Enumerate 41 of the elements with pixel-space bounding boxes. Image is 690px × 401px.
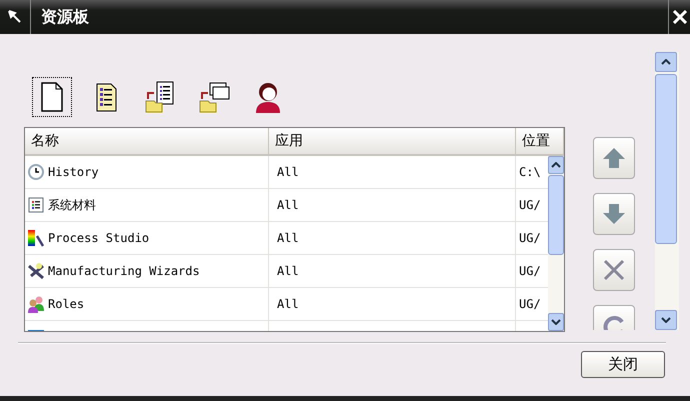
scroll-down-icon: [661, 317, 671, 323]
app-cell: All: [277, 297, 299, 311]
name-cell[interactable]: History: [48, 165, 99, 179]
cross-icon: [603, 259, 625, 281]
table-scrollbar[interactable]: [548, 156, 564, 331]
people-icon: [27, 295, 45, 313]
name-cell[interactable]: Manufacturing Wizards: [48, 264, 200, 278]
app-cell: All: [277, 264, 299, 278]
name-cell[interactable]: 系统材料: [48, 196, 96, 214]
list-icon: [27, 196, 45, 214]
column-header[interactable]: 名称: [25, 128, 269, 154]
app-cell: All: [277, 198, 299, 212]
column-header[interactable]: 应用: [269, 128, 516, 154]
name-cell[interactable]: Process Studio: [48, 231, 150, 245]
down-arrow-icon: [602, 203, 626, 225]
color-wand-icon: [27, 229, 45, 247]
scroll-up-icon: [661, 59, 671, 65]
location-cell: UG/: [519, 297, 541, 311]
scroll-down-icon: [551, 319, 561, 325]
move-up-button[interactable]: [593, 137, 635, 179]
clock-icon: [27, 163, 45, 181]
location-cell: C:\: [519, 165, 541, 179]
location-cell: UG/: [519, 264, 541, 278]
window-title: 资源板: [41, 6, 90, 28]
app-cell: All: [277, 231, 299, 245]
window-scrollbar[interactable]: [655, 52, 679, 330]
name-cell[interactable]: Roles: [48, 297, 84, 311]
column-header[interactable]: 位置: [516, 128, 564, 154]
location-cell: UG/: [519, 231, 541, 245]
app-cell: All: [277, 165, 299, 179]
up-arrow-icon: [602, 147, 626, 169]
move-down-button[interactable]: [593, 193, 635, 235]
blank-page-icon[interactable]: [34, 79, 70, 115]
delete-button[interactable]: [593, 249, 635, 291]
close-button[interactable]: [668, 0, 690, 34]
tools-icon: [27, 262, 45, 280]
location-cell: UG/: [519, 198, 541, 212]
pin-icon[interactable]: [8, 10, 22, 24]
close-icon: [672, 10, 686, 24]
close-dialog-button[interactable]: 关闭: [581, 351, 665, 378]
scroll-up-icon: [551, 162, 561, 168]
